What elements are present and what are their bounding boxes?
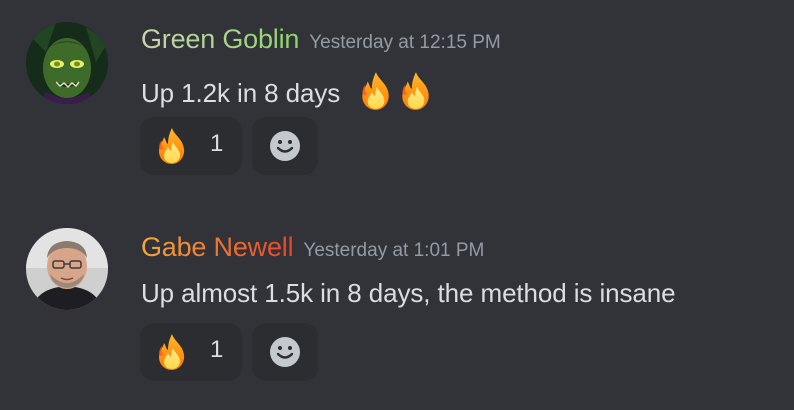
add-reaction-button[interactable] (252, 117, 318, 175)
message-content: Up 1.2k in 8 days (141, 70, 437, 112)
reaction-count: 1 (210, 336, 224, 363)
timestamp: Yesterday at 1:01 PM (303, 240, 485, 261)
fire-emoji (152, 332, 192, 372)
avatar-gabe-newell[interactable] (26, 228, 108, 310)
fire-emoji (152, 126, 192, 166)
fire-emoji (355, 70, 397, 112)
message-content: Up almost 1.5k in 8 days, the method is … (141, 278, 676, 309)
reaction-count: 1 (210, 130, 224, 157)
reaction-fire[interactable]: 1 (140, 323, 242, 381)
smiley-face-icon (270, 337, 300, 367)
timestamp: Yesterday at 12:15 PM (309, 32, 501, 53)
message-text: Up almost 1.5k in 8 days, the method is … (141, 278, 676, 308)
username[interactable]: Gabe Newell (141, 232, 294, 262)
fire-emoji (395, 70, 437, 112)
message-text: Up 1.2k in 8 days (141, 78, 341, 108)
avatar-green-goblin[interactable] (26, 22, 108, 104)
username[interactable]: Green Goblin (141, 24, 299, 54)
smiley-face-icon (270, 131, 300, 161)
add-reaction-button[interactable] (252, 323, 318, 381)
reaction-fire[interactable]: 1 (140, 117, 242, 175)
